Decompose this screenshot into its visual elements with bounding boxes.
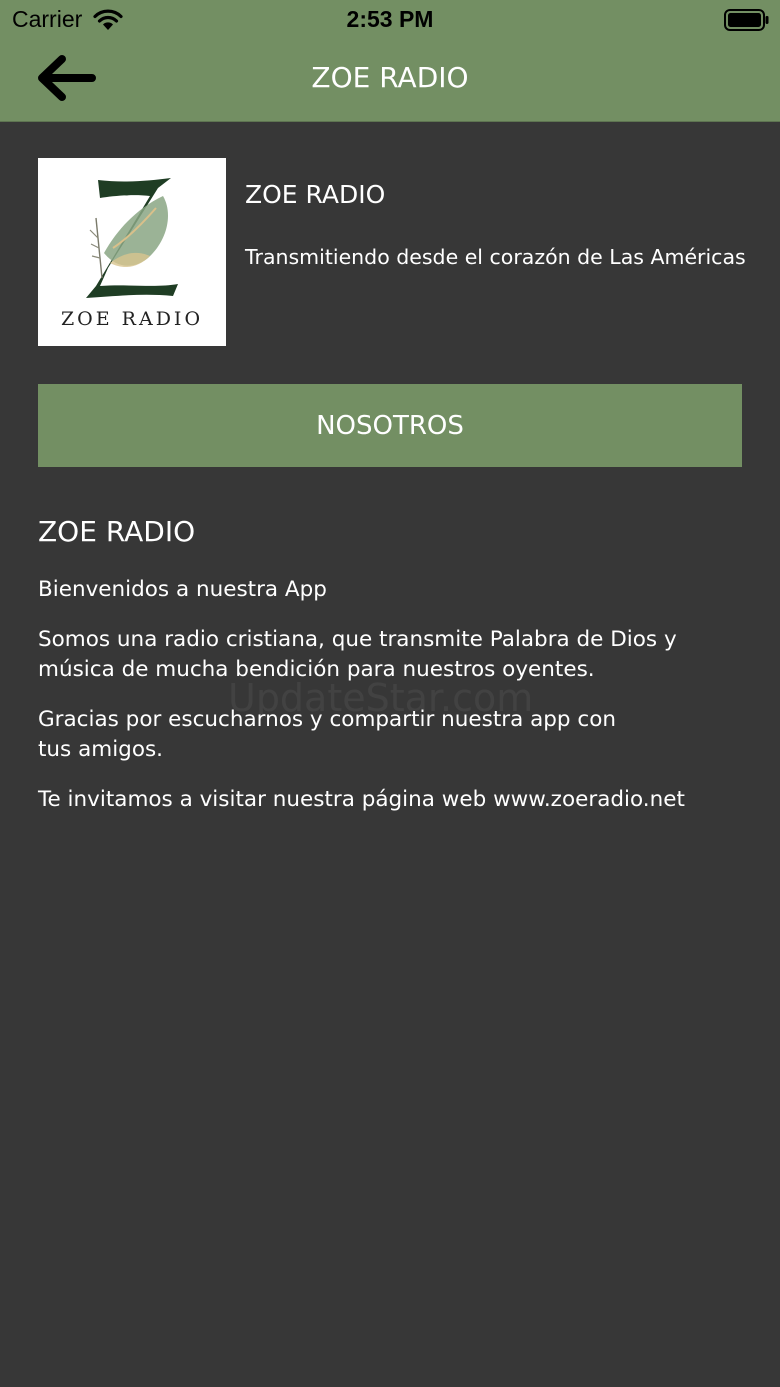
station-tagline: Transmitiendo desde el corazón de Las Am… bbox=[245, 245, 746, 269]
content-paragraph: Gracias por escucharnos y compartir nues… bbox=[38, 707, 617, 762]
about-content: ZOE RADIO Bienvenidos a nuestra App Somo… bbox=[38, 515, 742, 835]
nav-bar: ZOE RADIO bbox=[0, 40, 780, 122]
content-paragraph: Bienvenidos a nuestra App bbox=[38, 577, 327, 602]
content-paragraph: Te invitamos a visitar nuestra página we… bbox=[38, 787, 685, 812]
nav-title: ZOE RADIO bbox=[311, 61, 469, 94]
nosotros-button[interactable]: NOSOTROS bbox=[38, 384, 742, 467]
status-bar: Carrier 2:53 PM bbox=[0, 0, 780, 40]
station-name: ZOE RADIO bbox=[245, 180, 386, 209]
status-time: 2:53 PM bbox=[346, 6, 434, 32]
logo-text: ZOE RADIO bbox=[60, 308, 204, 330]
content-title: ZOE RADIO bbox=[38, 515, 196, 548]
station-logo: ZOE RADIO bbox=[38, 158, 226, 346]
content-paragraph: Somos una radio cristiana, que transmite… bbox=[38, 627, 677, 682]
battery-icon bbox=[724, 9, 770, 35]
